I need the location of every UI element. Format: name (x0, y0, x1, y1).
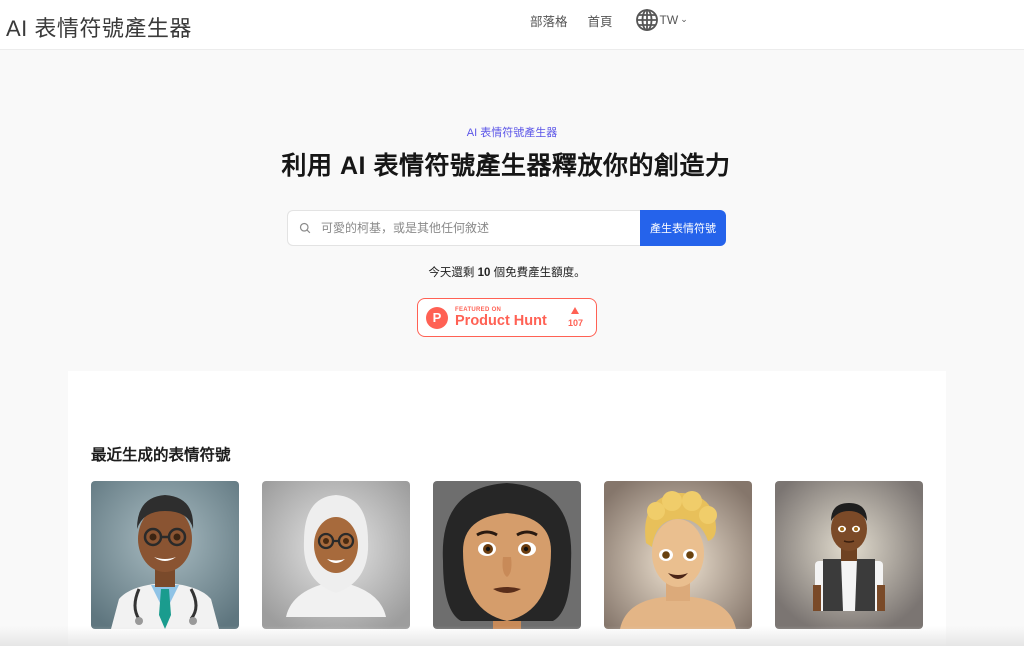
page-title: 利用 AI 表情符號產生器釋放你的創造力 (281, 152, 731, 180)
emoji-card-bob-hair[interactable] (433, 481, 581, 629)
upvote-arrow-icon (571, 307, 580, 314)
emoji-card-curly-blond[interactable] (604, 481, 752, 629)
product-hunt-name: Product Hunt (455, 312, 547, 329)
search-icon (299, 222, 311, 234)
free-quota-text: 今天還剩 10 個免費產生額度。 (0, 264, 1014, 280)
product-hunt-badge[interactable]: P FEATURED ON Product Hunt 107 (417, 298, 597, 337)
generate-emoji-button[interactable]: 產生表情符號 (640, 210, 726, 246)
recent-emojis-section: 最近生成的表情符號 (68, 371, 946, 646)
featured-on-label: FEATURED ON (455, 306, 502, 313)
emoji-card-hijab[interactable] (262, 481, 410, 629)
chevron-down-icon: ⌄ (680, 13, 688, 24)
emoji-grid (91, 481, 946, 629)
emoji-search-form: 產生表情符號 (287, 210, 726, 246)
search-field[interactable] (287, 210, 640, 246)
bottom-scroll-fade (0, 626, 1024, 646)
language-code: TW (659, 13, 679, 27)
product-hunt-logo-icon: P (426, 306, 448, 329)
top-nav: 部落格 首頁 TW ⌄ (530, 8, 688, 32)
bob-hair-woman-emoji-image (433, 481, 581, 629)
upvote-count: 107 (567, 318, 583, 328)
doctor-emoji-image (91, 481, 239, 629)
quota-suffix: 個免費產生額度。 (490, 267, 586, 279)
vest-man-emoji-image (775, 481, 923, 629)
curly-blond-man-emoji-image (604, 481, 752, 629)
emoji-card-doctor[interactable] (91, 481, 239, 629)
quota-count: 10 (477, 267, 491, 279)
hero-kicker: AI 表情符號產生器 (466, 127, 558, 139)
language-selector[interactable]: TW ⌄ (635, 8, 688, 32)
product-hunt-text: FEATURED ON Product Hunt (455, 307, 547, 329)
globe-icon (635, 9, 658, 31)
hijab-woman-emoji-image (262, 481, 410, 629)
upvote-counter: 107 (568, 307, 583, 328)
top-header: AI 表情符號產生器 部落格 首頁 TW ⌄ (0, 0, 1024, 50)
recent-emojis-heading: 最近生成的表情符號 (91, 447, 231, 464)
nav-link-home[interactable]: 首頁 (588, 11, 613, 30)
nav-link-blog[interactable]: 部落格 (530, 11, 568, 30)
emoji-card-vest[interactable] (775, 481, 923, 629)
quota-prefix: 今天還剩 (428, 267, 478, 279)
emoji-prompt-input[interactable] (321, 221, 621, 235)
site-logo[interactable]: AI 表情符號產生器 (6, 11, 192, 43)
